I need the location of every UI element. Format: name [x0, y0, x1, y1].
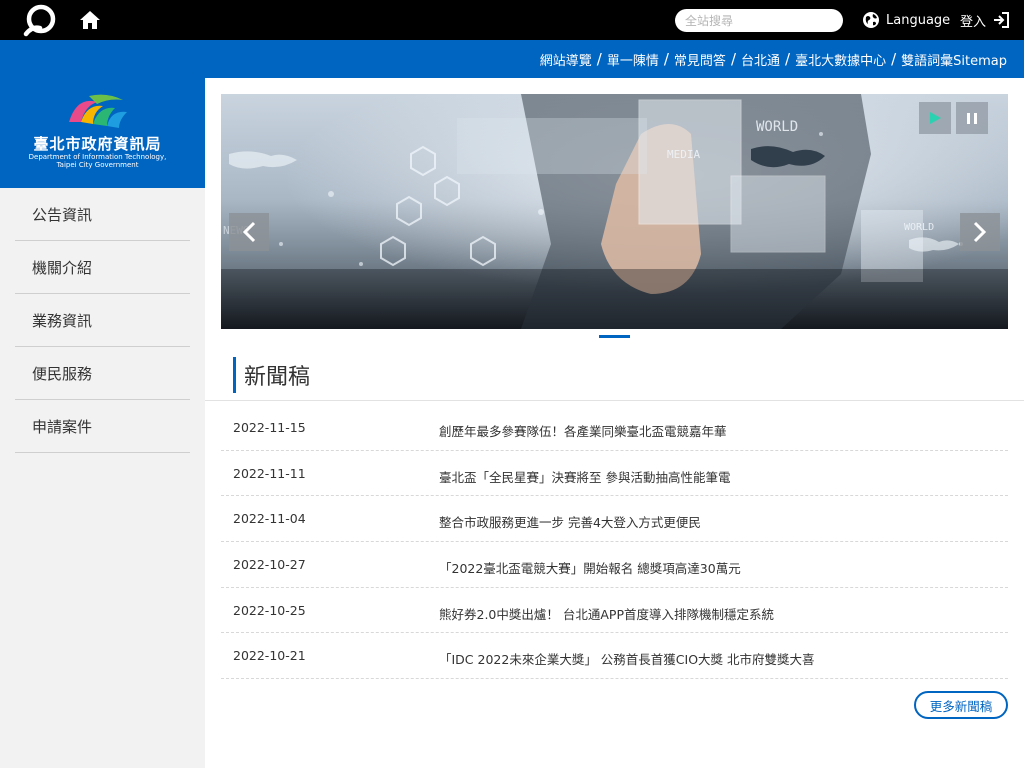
pause-icon — [967, 112, 977, 124]
sidebar-nav: 公告資訊 機關介紹 業務資訊 便民服務 申請案件 — [15, 188, 190, 453]
language-label: Language — [886, 12, 951, 28]
slide-next-button[interactable] — [960, 213, 1000, 251]
login-label: 登入 — [960, 14, 987, 30]
top-links: 網站導覽 / 單一陳情 / 常見問答 / 台北通 / 臺北大數據中心 / 雙語詞… — [540, 40, 1007, 78]
sidebar-item-announcements[interactable]: 公告資訊 — [15, 188, 190, 241]
banner-label-media: MEDIA — [667, 148, 700, 161]
department-name-en-line2: Taipei City Government — [56, 161, 139, 169]
news-section-title: 新聞稿 — [233, 357, 310, 393]
more-news-button[interactable]: 更多新聞稿 — [914, 691, 1008, 719]
news-item[interactable]: 2022-10-27 「2022臺北盃電競大賽」開始報名 總獎項高達30萬元 — [221, 542, 1008, 588]
link-separator: / — [785, 50, 791, 68]
news-date: 2022-10-27 — [233, 557, 306, 573]
globe-icon — [863, 12, 879, 28]
news-headline[interactable]: 「IDC 2022未來企業大獎」 公務首長首獲CIO大獎 北市府雙獎大喜 — [439, 649, 815, 668]
news-list: 2022-11-15 創歷年最多參賽隊伍！各產業同樂臺北盃電競嘉年華 2022-… — [221, 405, 1008, 680]
news-item[interactable]: 2022-11-15 創歷年最多參賽隊伍！各產業同樂臺北盃電競嘉年華 — [221, 405, 1008, 451]
taipei-logo-icon[interactable] — [22, 4, 58, 37]
slide-indicator-1[interactable] — [599, 335, 630, 338]
divider — [205, 400, 1024, 401]
slideshow-play-button[interactable] — [919, 102, 951, 134]
search-input[interactable] — [675, 9, 843, 32]
banner-label-world-2: WORLD — [904, 222, 934, 233]
news-item[interactable]: 2022-10-21 「IDC 2022未來企業大獎」 公務首長首獲CIO大獎 … — [221, 633, 1008, 680]
header-link-bar: 網站導覽 / 單一陳情 / 常見問答 / 台北通 / 臺北大數據中心 / 雙語詞… — [0, 40, 1024, 78]
link-faq[interactable]: 常見問答 — [674, 50, 726, 69]
login-icon — [994, 12, 1010, 28]
sidebar-item-applications[interactable]: 申請案件 — [15, 400, 190, 453]
sidebar-item-about[interactable]: 機關介紹 — [15, 241, 190, 294]
login-button[interactable]: 登入 — [960, 9, 1010, 31]
news-item[interactable]: 2022-10-25 熊好券2.0中獎出爐！ 台北通APP首度導入排隊機制穩定系… — [221, 588, 1008, 634]
news-date: 2022-10-21 — [233, 648, 306, 664]
news-headline[interactable]: 臺北盃「全民星賽」決賽將至 參與活動抽高性能筆電 — [439, 467, 730, 486]
language-button[interactable]: Language — [862, 9, 950, 31]
link-separator: / — [730, 50, 736, 68]
news-date: 2022-11-11 — [233, 465, 306, 481]
slideshow-pause-button[interactable] — [956, 102, 988, 134]
link-separator: / — [891, 50, 897, 68]
news-headline[interactable]: 創歷年最多參賽隊伍！各產業同樂臺北盃電競嘉年華 — [439, 421, 727, 440]
news-date: 2022-10-25 — [233, 602, 306, 618]
department-emblem-icon — [69, 94, 127, 128]
sidebar-item-business[interactable]: 業務資訊 — [15, 294, 190, 347]
play-icon — [930, 112, 941, 124]
link-sitemap-guide[interactable]: 網站導覽 — [540, 50, 592, 69]
news-item[interactable]: 2022-11-04 整合市政服務更進一步 完善4大登入方式更便民 — [221, 496, 1008, 543]
department-name-en-line1: Department of Information Technology, — [28, 153, 167, 161]
news-headline[interactable]: 「2022臺北盃電競大賽」開始報名 總獎項高達30萬元 — [439, 558, 741, 577]
link-bilingual-glossary[interactable]: 雙語詞彙Sitemap — [901, 50, 1007, 69]
banner-image: WORLD MEDIA WORLD NEWS — [221, 94, 1008, 329]
link-taipeipass[interactable]: 台北通 — [741, 50, 780, 69]
top-bar: Language 登入 — [0, 0, 1024, 40]
link-separator: / — [663, 50, 669, 68]
hero-banner[interactable]: WORLD MEDIA WORLD NEWS — [221, 94, 1008, 329]
home-icon[interactable] — [78, 9, 102, 31]
department-logo[interactable]: 臺北市政府資訊局 Department of Information Techn… — [0, 78, 205, 188]
link-big-data-center[interactable]: 臺北大數據中心 — [795, 50, 886, 69]
chevron-left-icon — [242, 221, 256, 243]
news-item[interactable]: 2022-11-11 臺北盃「全民星賽」決賽將至 參與活動抽高性能筆電 — [221, 451, 1008, 497]
slide-prev-button[interactable] — [229, 213, 269, 251]
news-date: 2022-11-15 — [233, 420, 306, 435]
news-headline[interactable]: 熊好券2.0中獎出爐！ 台北通APP首度導入排隊機制穩定系統 — [439, 604, 774, 623]
chevron-right-icon — [973, 221, 987, 243]
link-petition[interactable]: 單一陳情 — [607, 50, 659, 69]
sidebar-item-services[interactable]: 便民服務 — [15, 347, 190, 400]
department-name-cn: 臺北市政府資訊局 — [33, 135, 162, 153]
banner-label-world: WORLD — [756, 119, 798, 135]
news-date: 2022-11-04 — [233, 511, 306, 527]
sidebar: 臺北市政府資訊局 Department of Information Techn… — [0, 78, 205, 768]
link-separator: / — [596, 50, 602, 68]
news-headline[interactable]: 整合市政服務更進一步 完善4大登入方式更便民 — [439, 512, 701, 531]
